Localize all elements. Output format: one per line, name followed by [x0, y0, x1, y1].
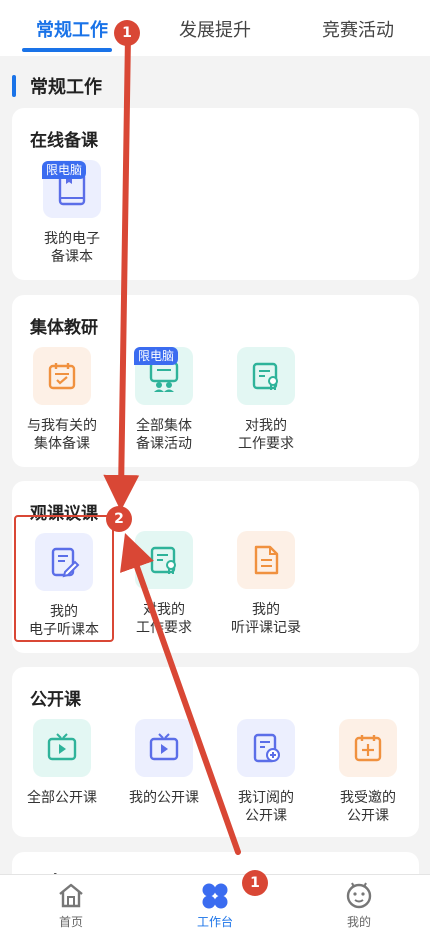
tile-my-open-classes[interactable]: 我的公开课 [114, 719, 214, 829]
tile-label: 我的电子 备课本 [44, 231, 100, 265]
section-accent-bar [12, 75, 16, 97]
annotation-marker-1-bottom: 1 [242, 870, 268, 896]
nav-home[interactable]: 首页 [31, 879, 111, 929]
tab-routine-work[interactable]: 常规工作 [36, 16, 108, 42]
tile-all-group-prep[interactable]: 限电脑 全部集体 备课活动 [114, 347, 214, 457]
document-icon [237, 531, 295, 589]
bottom-nav-bar: 首页 工作台 我的 [0, 874, 430, 932]
tile-work-requirements-2[interactable]: 对我的 工作要求 [114, 531, 214, 641]
section-title: 常规工作 [30, 77, 102, 98]
tile-all-open-classes[interactable]: 全部公开课 [12, 719, 112, 829]
top-tab-bar: 常规工作 发展提升 竞赛活动 [0, 0, 430, 56]
tile-my-e-lesson-book[interactable]: 限电脑 我的电子 备课本 [22, 160, 122, 270]
section-header: 常规工作 [12, 72, 102, 100]
card-title: 在线备课 [30, 131, 98, 151]
nav-label: 我的 [346, 915, 371, 929]
document-add-icon [237, 719, 295, 777]
card-observation: 观课议课 我的 电子听课本 对我的 工作要求 我的 听评课记录 [12, 481, 419, 653]
pc-only-badge: 限电脑 [42, 161, 87, 179]
tv-play-icon [33, 719, 91, 777]
card-title: 公开课 [30, 690, 81, 710]
calendar-check-icon [33, 347, 91, 405]
tile-label: 我的 听评课记录 [231, 602, 301, 636]
home-icon [59, 883, 83, 908]
tile-label: 我的 电子听课本 [29, 604, 99, 638]
card-online-prep: 在线备课 限电脑 我的电子 备课本 [12, 108, 419, 280]
nav-label: 工作台 [196, 915, 233, 929]
card-group-research: 集体教研 与我有关的 集体备课 限电脑 全部集体 备课活动 对我的 工作要求 [12, 295, 419, 467]
tile-label: 我订阅的 公开课 [238, 790, 294, 824]
profile-icon [346, 882, 372, 909]
active-tab-indicator [22, 48, 112, 52]
certificate-icon [237, 347, 295, 405]
annotation-marker-1: 1 [114, 20, 140, 46]
tile-subscribed-open-classes[interactable]: 我订阅的 公开课 [216, 719, 316, 829]
tile-label: 我的公开课 [129, 790, 199, 806]
tile-work-requirements[interactable]: 对我的 工作要求 [216, 347, 316, 457]
annotation-marker-2: 2 [106, 506, 132, 532]
tile-label: 对我的 工作要求 [136, 602, 192, 636]
nav-profile[interactable]: 我的 [319, 879, 399, 929]
tab-development[interactable]: 发展提升 [179, 16, 251, 42]
card-title: 集体教研 [30, 318, 98, 338]
tile-label: 对我的 工作要求 [238, 418, 294, 452]
pc-only-badge: 限电脑 [134, 347, 179, 365]
tile-related-group-prep[interactable]: 与我有关的 集体备课 [12, 347, 112, 457]
tile-listening-records[interactable]: 我的 听评课记录 [216, 531, 316, 641]
nav-label: 首页 [58, 915, 83, 929]
tile-invited-open-classes[interactable]: 我受邀的 公开课 [318, 719, 418, 829]
workbench-icon [202, 883, 228, 909]
certificate-icon [135, 531, 193, 589]
calendar-add-icon [339, 719, 397, 777]
edit-document-icon [35, 533, 93, 591]
tile-label: 我受邀的 公开课 [340, 790, 396, 824]
tv-play-icon [135, 719, 193, 777]
tile-label: 与我有关的 集体备课 [27, 418, 97, 452]
card-open-class: 公开课 全部公开课 我的公开课 我订阅的 公开课 我受邀的 公开课 [12, 667, 419, 837]
tab-competition[interactable]: 竞赛活动 [322, 16, 394, 42]
tile-label: 全部公开课 [27, 790, 97, 806]
tile-label: 全部集体 备课活动 [136, 418, 192, 452]
tile-my-e-listening-book[interactable]: 我的 电子听课本 [14, 515, 114, 642]
